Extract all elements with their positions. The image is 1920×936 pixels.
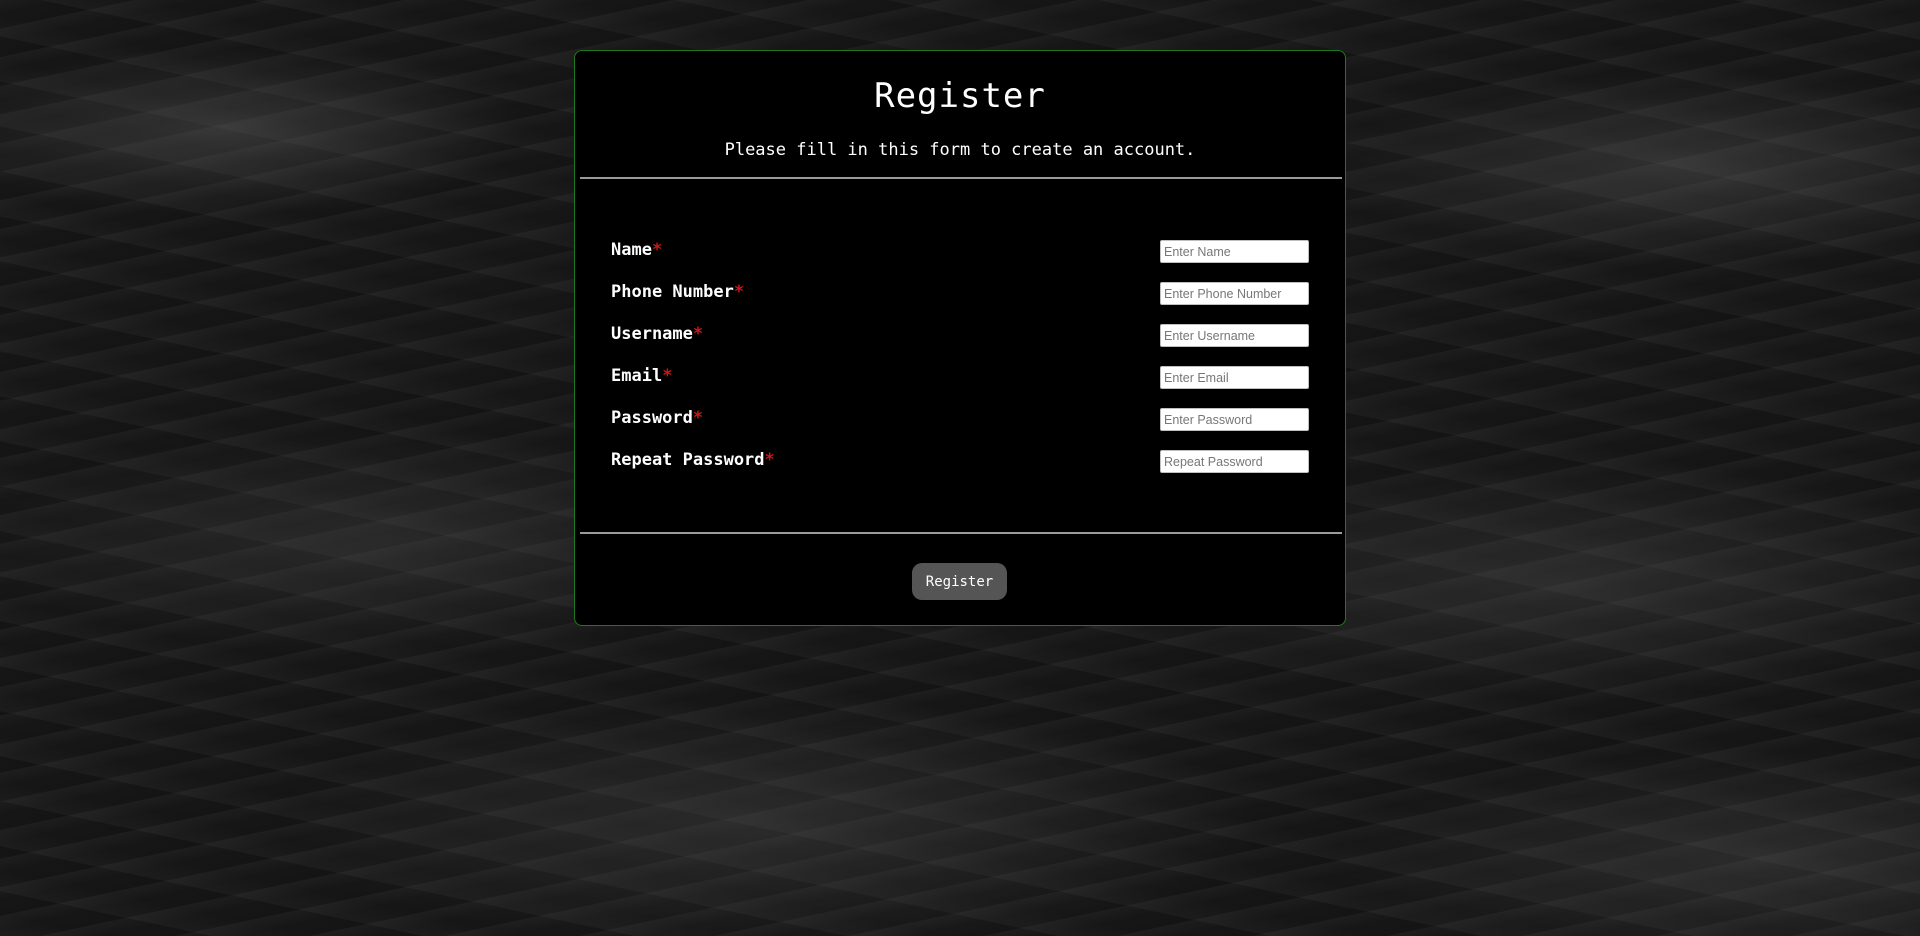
required-marker: *	[651, 240, 663, 260]
required-marker: *	[662, 366, 673, 386]
phone-number-label: Phone Number*	[611, 282, 745, 302]
username-input[interactable]	[1160, 324, 1309, 347]
required-marker: *	[733, 282, 745, 302]
password-input[interactable]	[1160, 408, 1309, 431]
password-label: Password*	[611, 408, 704, 428]
required-marker: *	[692, 408, 704, 428]
name-label: Name*	[611, 240, 663, 260]
bottom-divider	[580, 532, 1342, 534]
name-input[interactable]	[1160, 240, 1309, 263]
phone-number-input[interactable]	[1160, 282, 1309, 305]
page-title: Register	[874, 76, 1046, 116]
repeat-password-input[interactable]	[1160, 450, 1309, 473]
register-button[interactable]: Register	[912, 563, 1007, 600]
repeat-password-label: Repeat Password*	[611, 450, 775, 470]
required-marker: *	[764, 450, 775, 470]
form-subtitle: Please fill in this form to create an ac…	[724, 140, 1196, 160]
email-input[interactable]	[1160, 366, 1309, 389]
top-divider	[580, 177, 1342, 179]
username-label: Username*	[611, 324, 704, 344]
email-label: Email*	[611, 366, 673, 386]
required-marker: *	[692, 324, 704, 344]
